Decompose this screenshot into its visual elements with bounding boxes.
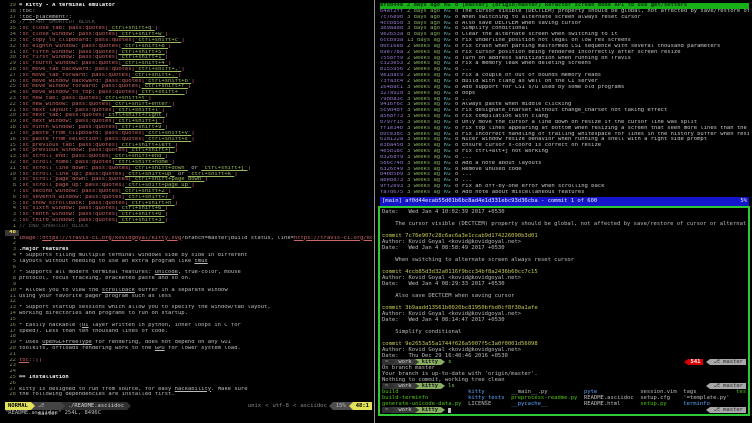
file-format: unix — [246, 402, 263, 410]
shell-pane[interactable]: Date: Wed Jan 4 10:02:39 2017 +0530 The … — [378, 206, 750, 416]
vim-message-line: "README.asciidoc" 254L, 8496C — [5, 410, 372, 417]
commit-date: 3 weeks ag — [407, 190, 441, 196]
info-separator: < — [263, 402, 270, 410]
shell-line: The cursor visible (DECTCEM) property sh… — [382, 221, 746, 227]
prompt-cwd-segment: kitty — [419, 407, 442, 413]
shell-prompt-line[interactable]: ~workkittys541⎇ master — [382, 359, 746, 365]
tig-status-left: [main] af0d44ecab55d01b6bc8ad4e1d331ebc9… — [382, 197, 740, 206]
tig-scroll-percent: 5% — [740, 197, 747, 206]
branch-icon: ⎇ — [713, 359, 723, 365]
exit-code-badge: 541 — [688, 359, 704, 365]
git-branch-badge: ⎇ master — [710, 407, 746, 413]
shell-text: Also save DECTCEM when saving cursor — [382, 293, 514, 299]
git-branch-badge: ⎇ master — [710, 359, 746, 365]
branch-name: master — [723, 407, 743, 413]
statusbar-spacer — [131, 402, 246, 410]
tig-statusbar: [main] af0d44ecab55d01b6bc8ad4e1d331ebc9… — [380, 197, 749, 206]
file-name: test.py — [736, 389, 746, 395]
shell-scrollback: Date: Wed Jan 4 10:02:39 2017 +0530 The … — [382, 209, 746, 413]
prompt-separator — [441, 407, 445, 413]
shell-text: When switching to alternate screen alway… — [382, 257, 574, 263]
prompt-home-segment: ~ — [382, 407, 391, 413]
shell-text: Date: Wed Jan 4 08:14:47 2017 +0530 — [382, 317, 505, 323]
commit-author: KG — [444, 190, 452, 196]
cursor-position: 48:1 — [353, 402, 372, 410]
window-divider — [374, 0, 375, 423]
branch-icon: ⎇ — [713, 407, 723, 413]
graph-node: o — [455, 190, 459, 196]
vim-buffer: 39= kitty - A terminal emulator38:toc:37… — [5, 3, 372, 398]
prompt-spacer — [451, 359, 683, 365]
shell-text: Date: Wed Jan 4 10:02:39 2017 +0530 — [382, 209, 505, 215]
tig-pane[interactable]: af0d44e2 days agoKGo[master] {origin/mas… — [380, 3, 749, 206]
filename-segment: ./README.asciidoc — [65, 402, 127, 410]
shell-prompt-line[interactable]: ~ work kitty ⎇ master — [382, 407, 746, 413]
vim-statusbar: NORMAL ⎇ master ./README.asciidoc unix <… — [5, 402, 372, 410]
vim-mode-indicator: NORMAL — [5, 402, 31, 410]
branch-icon: ⎇ — [38, 402, 58, 410]
scroll-percent: 15% — [333, 402, 349, 410]
editor-line: 28the following dependencies are install… — [5, 392, 372, 398]
line-number: 28 — [5, 392, 19, 398]
vim-pane[interactable]: 39= kitty - A terminal emulator38:toc:37… — [5, 3, 372, 417]
commit-row: fa7d6753 weeks agKGoAdd note about misce… — [380, 190, 749, 196]
branch-name: master — [723, 359, 743, 365]
kitty-terminal-screen: 39= kitty - A terminal emulator38:toc:37… — [0, 0, 752, 423]
tig-commit-list: af0d44e2 days agoKGo[master] {origin/mas… — [380, 3, 749, 197]
line-text: the following dependencies are installed… — [19, 392, 372, 398]
shell-text: Date: Wed Jan 4 08:29:33 2017 +0530 — [382, 281, 505, 287]
file-encoding: utf-8 — [270, 402, 291, 410]
prompt-spacer — [451, 407, 703, 413]
shell-text: The cursor visible (DECTCEM) property sh… — [382, 221, 746, 227]
commit-message: Add note about miscellaneous features — [462, 190, 749, 196]
file-type: asciidoc — [298, 402, 329, 410]
info-separator: < — [291, 402, 298, 410]
commit-hash: fa7d675 — [380, 190, 404, 196]
git-branch-segment: ⎇ master — [35, 402, 61, 410]
shell-text: Date: Wed Jan 4 08:58:49 2017 +0530 — [382, 245, 505, 251]
shell-text: Simplify conditional — [382, 329, 461, 335]
prompt-dir-segment: work — [395, 407, 414, 413]
